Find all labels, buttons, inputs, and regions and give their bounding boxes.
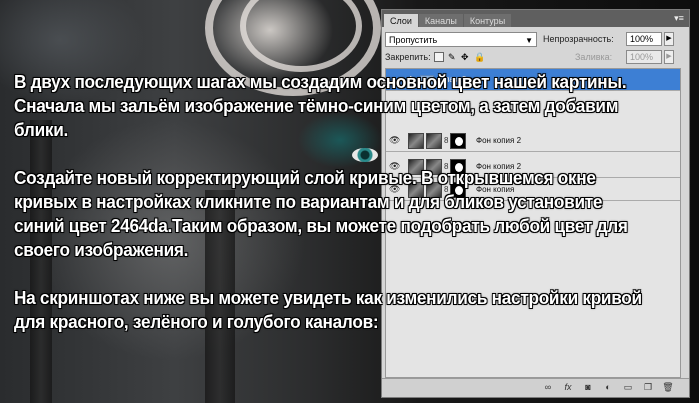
caption-paragraph-1: В двух последующих шагах мы создадим осн… <box>14 71 627 140</box>
tab-layers[interactable]: Слои <box>384 14 418 27</box>
fill-label: Заливка: <box>575 52 613 62</box>
blend-mode-select[interactable]: Пропустить ▼ <box>385 32 537 47</box>
fx-icon[interactable]: fx <box>562 382 574 393</box>
folder-icon[interactable]: ▭ <box>622 382 634 393</box>
lock-brush-icon[interactable]: ✎ <box>448 52 458 62</box>
link-icon[interactable]: ∞ <box>542 382 554 393</box>
trash-icon[interactable]: 🗑 <box>662 382 674 393</box>
blend-row: Пропустить ▼ Непрозрачность: 100% ▶ <box>385 32 685 50</box>
caption-paragraph-2: Создайте новый корректирующий слой кривы… <box>14 167 628 260</box>
lock-move-icon[interactable]: ✥ <box>461 52 471 62</box>
lock-all-icon[interactable]: 🔒 <box>474 52 485 62</box>
panel-bottom-bar: ∞ fx ◙ ◐ ▭ ❐ 🗑 <box>382 378 689 397</box>
caption-paragraph-3: На скриншотах ниже вы можете увидеть как… <box>14 287 642 332</box>
caption-overlay: В двух последующих шагах мы создадим осн… <box>14 70 646 358</box>
lock-transparency-icon[interactable] <box>434 52 444 62</box>
fill-field[interactable]: 100% <box>626 50 662 64</box>
tab-channels[interactable]: Каналы <box>418 14 463 27</box>
chevron-down-icon: ▼ <box>525 36 533 45</box>
blend-mode-value: Пропустить <box>389 35 438 45</box>
new-layer-icon[interactable]: ❐ <box>642 382 654 393</box>
panel-menu-icon[interactable]: ▾≡ <box>672 13 686 23</box>
fill-slider-arrow[interactable]: ▶ <box>664 50 674 64</box>
tab-paths[interactable]: Контуры <box>463 14 512 27</box>
opacity-slider-arrow[interactable]: ▶ <box>664 32 674 46</box>
opacity-field[interactable]: 100% <box>626 32 662 46</box>
mask-icon[interactable]: ◙ <box>582 382 594 393</box>
adjustment-icon[interactable]: ◐ <box>602 382 614 393</box>
panel-tabbar: Слои Каналы Контуры ▾≡ <box>382 10 689 27</box>
opacity-label: Непрозрачность: <box>543 34 614 44</box>
lock-label: Закрепить: <box>385 52 431 62</box>
lock-row: Закрепить: ✎ ✥ 🔒 Заливка: 100% ▶ <box>385 50 685 66</box>
